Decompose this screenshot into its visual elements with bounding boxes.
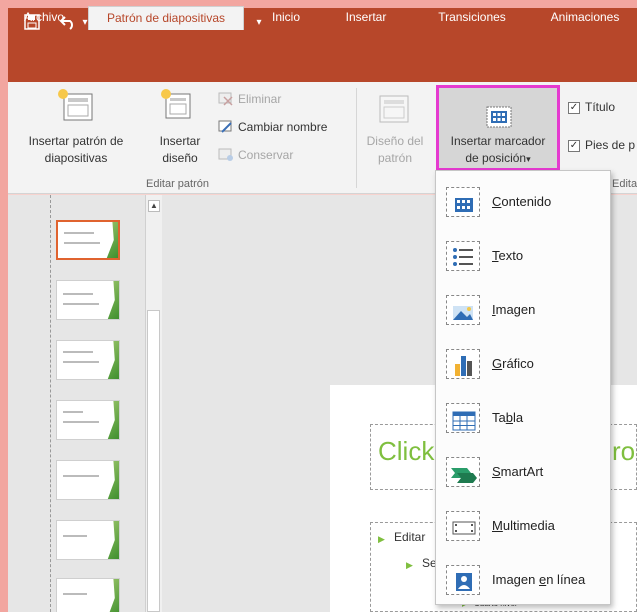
placeholder-dropdown-menu: Contenido Texto Imagen Gráfico Tabla Sma… (435, 170, 611, 605)
tab-inicio[interactable]: Inicio (260, 6, 312, 30)
menu-item-tabla-label[interactable]: Tabla (492, 410, 523, 425)
ribbon-tabs (8, 52, 637, 82)
title-checkbox[interactable]: ✓ (568, 102, 580, 114)
tab-insertar[interactable]: Insertar (336, 6, 396, 30)
thumbnail-slide-2[interactable] (56, 280, 120, 320)
menu-item-imagen-en-linea-label[interactable]: Imagen en línea (492, 572, 585, 587)
slide-title-text-right: ro (612, 436, 636, 466)
preserve-label: Conservar (238, 148, 294, 162)
thumbnail-slide-1[interactable] (56, 220, 120, 260)
insert-slide-master-icon[interactable] (56, 88, 96, 122)
chart-placeholder-icon (446, 349, 480, 379)
delete-label: Eliminar (238, 92, 282, 106)
thumbnail-slide-3[interactable] (56, 340, 120, 380)
bullet-arrow-icon: ▶ (378, 534, 385, 544)
bullet-level-1: Editar (394, 530, 426, 544)
menu-item-contenido[interactable]: Contenido (436, 177, 610, 227)
footers-checkbox-label[interactable]: Pies de p (585, 138, 635, 153)
rename-icon[interactable] (218, 120, 234, 134)
menu-item-multimedia-label[interactable]: Multimedia (492, 518, 555, 533)
tab-animaciones[interactable]: Animaciones (540, 6, 630, 30)
edit-group-caption: Edita (612, 178, 637, 190)
menu-item-texto[interactable]: Texto (436, 231, 610, 281)
menu-item-imagen[interactable]: Imagen (436, 285, 610, 335)
scrollbar-thumb[interactable] (147, 310, 160, 612)
thumbnail-slide-6[interactable] (56, 520, 120, 560)
master-layout-label: Diseño del (366, 134, 424, 148)
menu-item-texto-label[interactable]: Texto (492, 248, 523, 263)
menu-item-imagen-label[interactable]: Imagen (492, 302, 535, 317)
thumbnail-slide-4[interactable] (56, 400, 120, 440)
tab-patron-diapositivas[interactable]: Patrón de diapositivas (88, 6, 244, 30)
menu-item-imagen-en-linea[interactable]: Imagen en línea (436, 555, 610, 605)
text-placeholder-icon (446, 241, 480, 271)
insert-placeholder-label-2[interactable]: de posición▾ (438, 151, 558, 167)
menu-item-contenido-label[interactable]: Contenido (492, 194, 551, 209)
chevron-down-icon: ▾ (526, 154, 531, 164)
title-checkbox-label[interactable]: Título (585, 100, 615, 115)
insert-layout-icon[interactable] (160, 88, 194, 122)
rename-label[interactable]: Cambiar nombre (238, 120, 327, 135)
online-image-placeholder-icon (446, 565, 480, 595)
footers-checkbox[interactable]: ✓ (568, 140, 580, 152)
insert-slide-master-label[interactable]: Insertar patrón de (14, 134, 138, 149)
master-layout-icon (378, 94, 410, 124)
menu-item-multimedia[interactable]: Multimedia (436, 501, 610, 551)
insert-slide-master-label-2[interactable]: diapositivas (14, 151, 138, 166)
master-layout-label-2: patrón (377, 151, 413, 165)
menu-item-grafico[interactable]: Gráfico (436, 339, 610, 389)
menu-item-smartart[interactable]: SmartArt (436, 447, 610, 497)
thumbnail-slide-5[interactable] (56, 460, 120, 500)
scroll-up-icon[interactable]: ▲ (148, 200, 160, 212)
media-placeholder-icon (446, 511, 480, 541)
tab-archivo[interactable]: Archivo (14, 6, 74, 30)
smartart-placeholder-icon (446, 457, 480, 487)
insert-placeholder-icon[interactable] (486, 106, 512, 128)
delete-icon (218, 92, 234, 106)
thumbnail-guide-line (50, 195, 51, 612)
table-placeholder-icon (446, 403, 480, 433)
ribbon-separator-1 (356, 88, 357, 188)
menu-item-tabla[interactable]: Tabla (436, 393, 610, 443)
insert-layout-label[interactable]: Insertar (150, 134, 210, 149)
outer-frame-left (0, 0, 8, 612)
edit-master-group-caption: Editar patrón (146, 178, 209, 190)
bullet-arrow-icon-2: ▶ (406, 560, 413, 570)
tab-transiciones[interactable]: Transiciones (426, 6, 518, 30)
thumbnail-slide-7[interactable] (56, 578, 120, 612)
preserve-icon (218, 148, 234, 162)
menu-item-grafico-label[interactable]: Gráfico (492, 356, 534, 371)
content-placeholder-icon (446, 187, 480, 217)
insert-layout-label-2[interactable]: diseño (150, 151, 210, 166)
image-placeholder-icon (446, 295, 480, 325)
slide-title-text: Click (378, 436, 435, 466)
menu-item-smartart-label[interactable]: SmartArt (492, 464, 543, 479)
insert-placeholder-label[interactable]: Insertar marcador (438, 134, 558, 149)
